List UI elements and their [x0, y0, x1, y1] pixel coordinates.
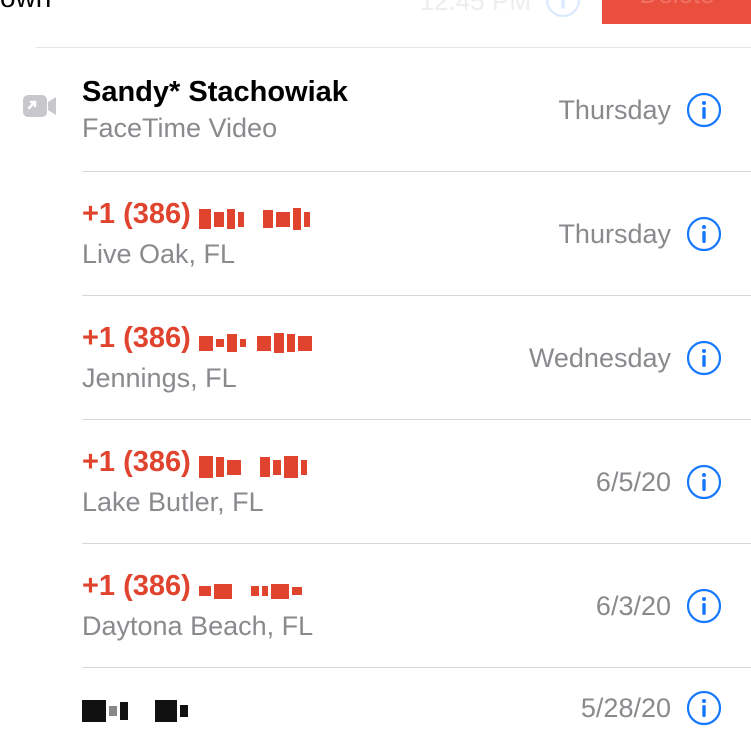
call-right-col: Thursday: [558, 215, 731, 253]
call-text-col: +1 (386) Lake Butler, FL: [82, 446, 596, 518]
redacted-digits: [199, 574, 305, 607]
call-primary: Sandy* Stachowiak: [82, 76, 558, 109]
info-icon: [545, 0, 581, 18]
info-button[interactable]: [685, 587, 723, 625]
call-primary-prefix: +1 (386): [82, 570, 191, 602]
info-button[interactable]: [685, 339, 723, 377]
call-primary-prefix: +1 (386): [82, 322, 191, 354]
call-timestamp: Wednesday: [529, 343, 671, 374]
info-icon: [686, 340, 722, 376]
call-text-col: [82, 689, 581, 726]
call-timestamp: 6/3/20: [596, 591, 671, 622]
call-secondary: Live Oak, FL: [82, 239, 558, 270]
call-primary: +1 (386): [82, 570, 596, 607]
call-timestamp: 5/28/20: [581, 693, 671, 724]
call-text-col: +1 (386) Jennings, FL: [82, 322, 529, 394]
redacted-digits: [199, 450, 310, 483]
call-primary: [82, 689, 581, 726]
info-icon: [686, 588, 722, 624]
call-row[interactable]: Sandy* Stachowiak FaceTime Video Thursda…: [0, 48, 751, 172]
call-row[interactable]: 5/28/20: [0, 668, 751, 748]
info-button[interactable]: [685, 215, 723, 253]
call-timestamp: Thursday: [558, 95, 671, 126]
call-secondary: FaceTime Video: [82, 113, 558, 144]
info-button[interactable]: [685, 689, 723, 727]
prev-row-info-button[interactable]: [545, 0, 581, 23]
prev-row-name-fragment: own: [0, 0, 51, 14]
call-row[interactable]: +1 (386) Live Oak, FL Thursday: [0, 172, 751, 296]
call-row[interactable]: +1 (386) Lake Butler, FL 6/5/20: [0, 420, 751, 544]
call-right-col: 6/3/20: [596, 587, 731, 625]
call-right-col: Thursday: [558, 91, 731, 129]
recents-call-list: own 12.45 PM Delete Sandy* Stac: [0, 0, 751, 748]
call-secondary: Lake Butler, FL: [82, 487, 596, 518]
call-text-col: Sandy* Stachowiak FaceTime Video: [82, 76, 558, 144]
call-primary: +1 (386): [82, 198, 558, 235]
call-row[interactable]: +1 (386) Daytona Beach, FL 6/3/20: [0, 544, 751, 668]
call-right-col: 6/5/20: [596, 463, 731, 501]
call-row[interactable]: +1 (386) Jennings, FL Wednesday: [0, 296, 751, 420]
info-icon: [686, 216, 722, 252]
info-icon: [686, 464, 722, 500]
redacted-name: [82, 693, 191, 726]
info-button[interactable]: [685, 91, 723, 129]
redacted-digits: [199, 202, 313, 235]
prev-row-time-fragment: 12.45 PM: [420, 0, 531, 17]
info-icon: [686, 690, 722, 726]
call-primary-prefix: +1 (386): [82, 198, 191, 230]
delete-button[interactable]: Delete: [602, 0, 751, 24]
delete-label: Delete: [639, 0, 714, 10]
top-swiped-row: own 12.45 PM Delete: [36, 0, 751, 48]
call-timestamp: Thursday: [558, 219, 671, 250]
call-primary: +1 (386): [82, 322, 529, 359]
call-timestamp: 6/5/20: [596, 467, 671, 498]
call-right-col: Wednesday: [529, 339, 731, 377]
call-text-col: +1 (386) Live Oak, FL: [82, 198, 558, 270]
call-secondary: Daytona Beach, FL: [82, 611, 596, 642]
call-right-col: 5/28/20: [581, 689, 731, 727]
info-button[interactable]: [685, 463, 723, 501]
facetime-outgoing-icon: [20, 92, 64, 136]
call-text-col: +1 (386) Daytona Beach, FL: [82, 570, 596, 642]
call-primary-prefix: +1 (386): [82, 446, 191, 478]
redacted-digits: [199, 326, 315, 359]
call-list: Sandy* Stachowiak FaceTime Video Thursda…: [0, 48, 751, 748]
info-icon: [686, 92, 722, 128]
call-secondary: Jennings, FL: [82, 363, 529, 394]
call-primary: +1 (386): [82, 446, 596, 483]
